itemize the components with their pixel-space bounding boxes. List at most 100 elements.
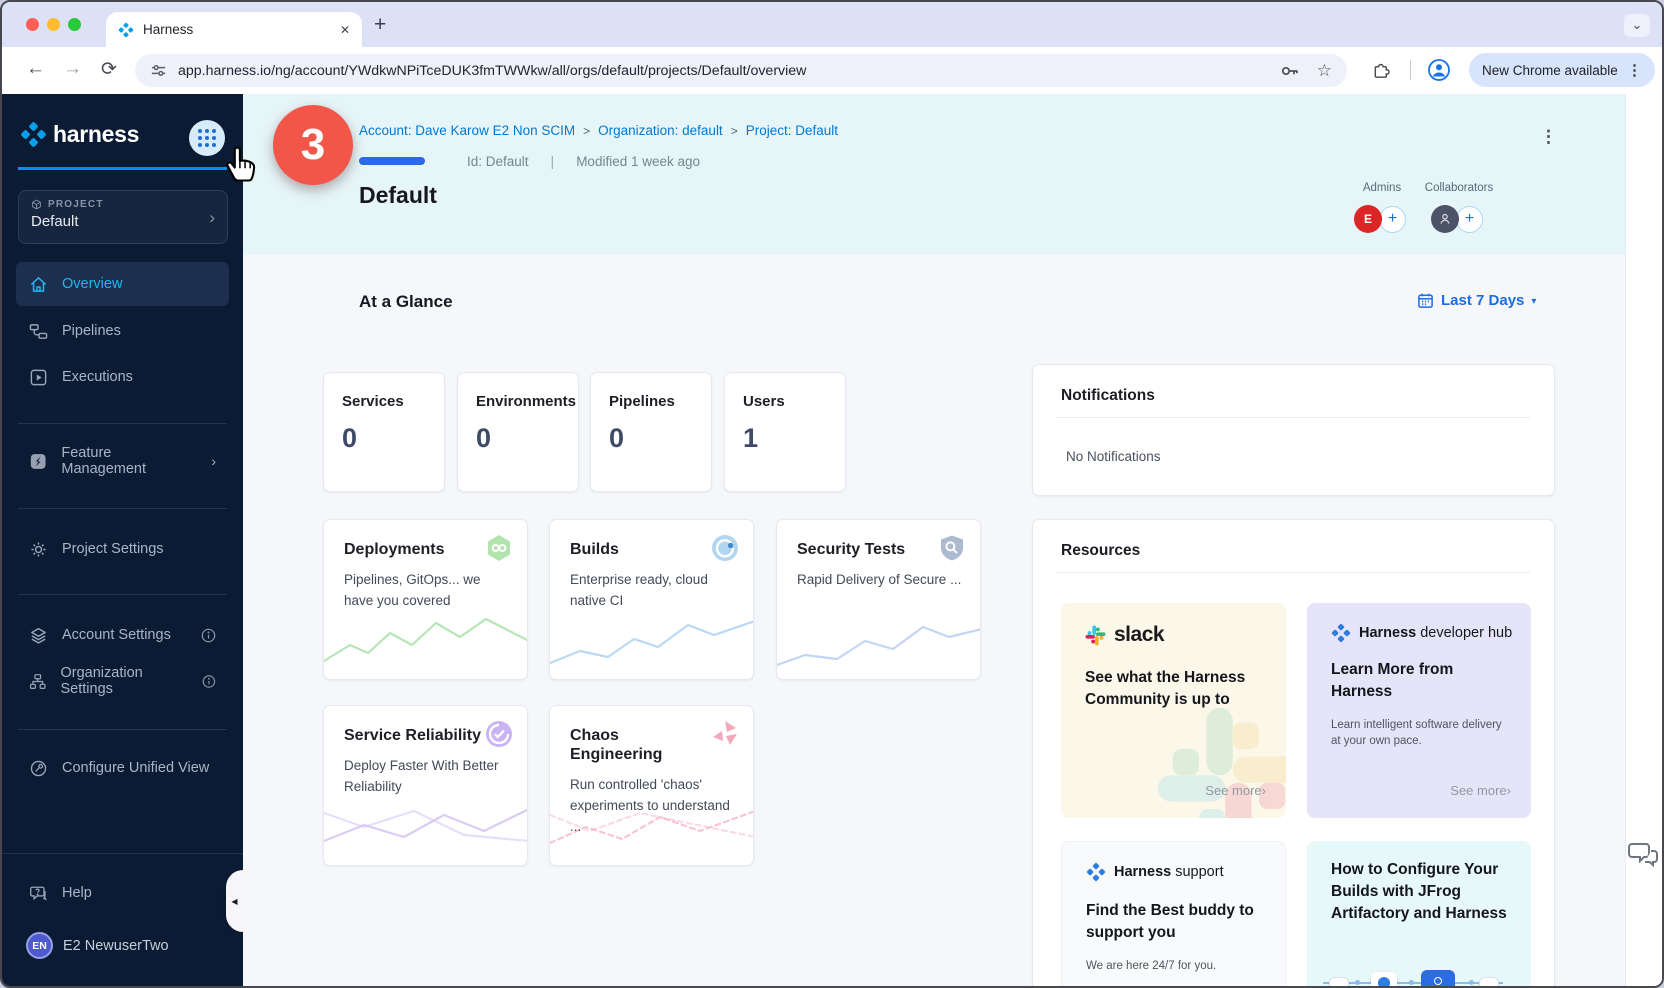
chrome-menu-kebab-icon[interactable]: ⋮	[1627, 61, 1642, 79]
profile-icon[interactable]	[1426, 57, 1452, 83]
stat-label: Environments	[476, 393, 578, 410]
refresh-icon[interactable]: ⟳	[101, 58, 117, 81]
stat-card-pipelines[interactable]: Pipelines 0	[590, 372, 712, 492]
person-icon	[1438, 212, 1452, 226]
devhub-card-desc: Learn intelligent software delivery at y…	[1331, 717, 1511, 749]
active-node-icon	[1421, 970, 1455, 986]
tab-search-icon[interactable]: ⌄	[1624, 14, 1650, 37]
info-icon[interactable]	[202, 674, 216, 689]
sidebar-collapse-handle[interactable]: ◀	[226, 870, 243, 932]
address-bar[interactable]: app.harness.io/ng/account/YWdkwNPiTceDUK…	[135, 54, 1347, 87]
project-selector-value: Default	[31, 213, 215, 230]
back-icon[interactable]: ←	[26, 58, 45, 80]
sto-module-icon	[937, 533, 967, 563]
pipeline-diagram	[1321, 968, 1517, 986]
project-menu-kebab-icon[interactable]: ⋮	[1540, 127, 1557, 147]
resource-card-support[interactable]: Harnesssupport Find the Best buddy to su…	[1061, 841, 1286, 986]
module-card-chaos-engineering[interactable]: Chaos Engineering Run controlled 'chaos'…	[549, 705, 754, 866]
module-desc: Deploy Faster With Better Reliability	[344, 756, 509, 798]
sidebar-item-label: Project Settings	[62, 541, 164, 557]
resource-card-slack[interactable]: slack See what the Harness Community is …	[1061, 603, 1286, 818]
new-tab-button[interactable]: +	[374, 13, 386, 37]
security-sparkline	[777, 611, 981, 675]
sidebar-item-configure-unified-view[interactable]: Configure Unified View	[16, 746, 229, 790]
add-admin-button[interactable]: +	[1379, 206, 1406, 233]
sidebar-item-help[interactable]: Help	[16, 871, 229, 915]
close-window-button[interactable]	[26, 18, 39, 31]
url-text[interactable]: app.harness.io/ng/account/YWdkwNPiTceDUK…	[178, 63, 1279, 79]
harness-logo[interactable]: harness	[20, 121, 139, 148]
chat-bubbles-icon[interactable]	[1626, 838, 1660, 872]
notifications-empty-text: No Notifications	[1066, 449, 1161, 464]
sidebar-item-project-settings[interactable]: Project Settings	[16, 527, 229, 571]
breadcrumb-account-link[interactable]: Account: Dave Karow E2 Non SCIM	[359, 123, 575, 138]
annotation-step-badge: 3	[273, 105, 353, 185]
forward-icon[interactable]: →	[63, 58, 82, 80]
stat-card-services[interactable]: Services 0	[323, 372, 445, 492]
slack-logo-icon	[1085, 625, 1106, 646]
module-card-deployments[interactable]: Deployments Pipelines, GitOps... we have…	[323, 519, 528, 680]
add-collaborator-button[interactable]: +	[1456, 206, 1483, 233]
stat-card-users[interactable]: Users 1	[724, 372, 846, 492]
sidebar-item-label: Pipelines	[62, 323, 121, 339]
home-icon	[29, 275, 48, 294]
user-name: E2 NewuserTwo	[63, 938, 169, 954]
stat-value: 0	[609, 423, 711, 454]
module-switcher-button[interactable]	[189, 120, 225, 156]
macos-window-controls[interactable]	[26, 18, 81, 31]
sidebar-item-label: Overview	[62, 276, 122, 292]
sidebar-item-label: Organization Settings	[61, 665, 189, 697]
tab-close-icon[interactable]: ✕	[340, 23, 350, 37]
collaborator-avatar[interactable]	[1431, 205, 1459, 233]
executions-icon	[29, 368, 48, 387]
zoom-window-button[interactable]	[68, 18, 81, 31]
slack-watermark-icon	[1154, 704, 1286, 818]
breadcrumb-org-link[interactable]: Organization: default	[598, 123, 723, 138]
sidebar-item-overview[interactable]: Overview	[16, 262, 229, 306]
brand-rest: developer hub	[1420, 625, 1512, 641]
bookmark-star-icon[interactable]: ☆	[1317, 61, 1332, 81]
user-profile[interactable]: EN E2 NewuserTwo	[26, 932, 169, 959]
harness-favicon	[118, 22, 134, 38]
see-more-link[interactable]: See more›	[1205, 783, 1266, 798]
admin-avatar[interactable]: E	[1354, 205, 1382, 233]
chrome-update-pill[interactable]: New Chrome available ⋮	[1469, 53, 1655, 87]
project-selector[interactable]: PROJECT Default ›	[18, 190, 228, 244]
ci-module-icon	[710, 533, 740, 563]
module-card-builds[interactable]: Builds Enterprise ready, cloud native CI	[549, 519, 754, 680]
modified-timestamp: Modified 1 week ago	[576, 154, 700, 169]
cd-module-icon	[484, 533, 514, 563]
sidebar-item-executions[interactable]: Executions	[16, 355, 229, 399]
minimize-window-button[interactable]	[47, 18, 60, 31]
builds-sparkline	[550, 611, 754, 675]
browser-tab[interactable]: Harness ✕	[106, 12, 362, 47]
stat-card-environments[interactable]: Environments 0	[457, 372, 579, 492]
deployments-sparkline	[324, 611, 528, 675]
see-more-link[interactable]: See more›	[1450, 783, 1511, 798]
brand-bold: Harness	[1114, 864, 1171, 880]
module-card-service-reliability[interactable]: Service Reliability Deploy Faster With B…	[323, 705, 528, 866]
page-title: Default	[359, 182, 437, 209]
project-id: Id: Default	[467, 154, 529, 169]
sidebar-item-account-settings[interactable]: Account Settings	[16, 613, 229, 657]
breadcrumb-project-link[interactable]: Project: Default	[746, 123, 838, 138]
module-desc: Enterprise ready, cloud native CI	[570, 570, 735, 612]
password-key-icon[interactable]	[1279, 60, 1301, 82]
sidebar-item-pipelines[interactable]: Pipelines	[16, 309, 229, 353]
browser-toolbar: ← → ⟳ app.harness.io/ng/account/YWdkwNPi…	[2, 47, 1662, 95]
stat-label: Users	[743, 393, 845, 410]
tab-strip: Harness ✕ + ⌄	[2, 2, 1662, 47]
module-title: Builds	[570, 540, 710, 559]
sidebar-item-feature-management[interactable]: Feature Management ›	[16, 439, 229, 483]
extensions-puzzle-icon[interactable]	[1370, 60, 1390, 80]
sidebar-item-label: Configure Unified View	[62, 760, 209, 776]
sidebar-item-organization-settings[interactable]: Organization Settings	[16, 659, 229, 703]
module-card-security-tests[interactable]: Security Tests Rapid Delivery of Secure …	[776, 519, 981, 680]
time-range-picker[interactable]: Last 7 Days ▾	[1417, 292, 1536, 309]
slack-wordmark: slack	[1114, 623, 1164, 647]
info-icon[interactable]	[201, 628, 216, 643]
resource-card-developer-hub[interactable]: Harnessdeveloper hub Learn More from Har…	[1307, 603, 1531, 818]
resource-card-jfrog[interactable]: How to Configure Your Builds with JFrog …	[1307, 841, 1531, 986]
site-settings-icon[interactable]	[150, 62, 167, 79]
project-selector-label: PROJECT	[48, 199, 104, 210]
